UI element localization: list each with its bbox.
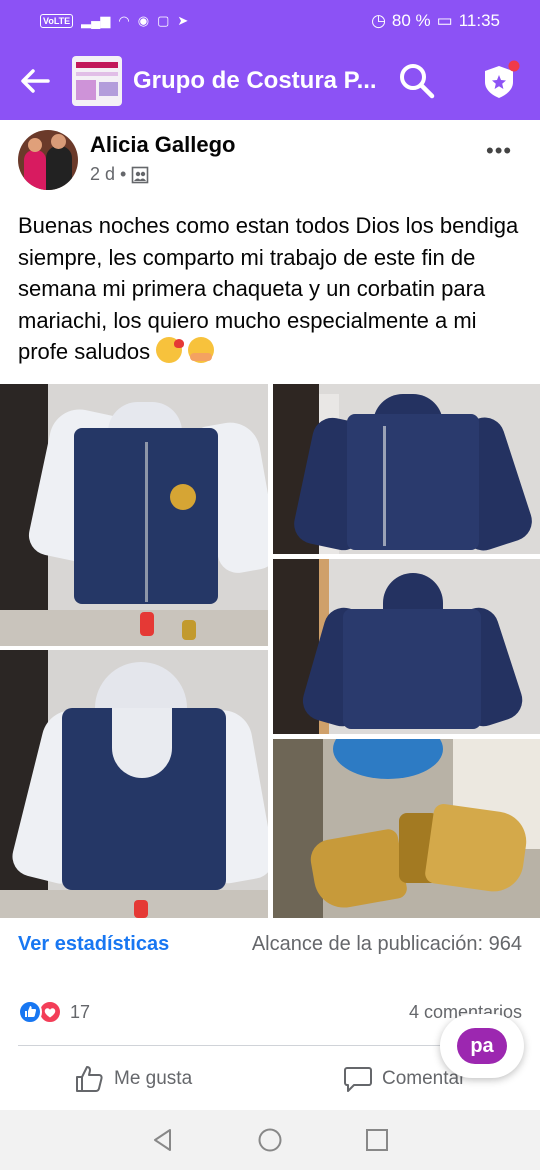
alarm-icon: ◷: [371, 11, 386, 30]
post-text: Buenas noches como estan todos Dios los …: [18, 210, 524, 368]
floating-app-bubble[interactable]: pa: [440, 1014, 524, 1078]
jacket-back-photo[interactable]: [273, 559, 540, 734]
app-notification-icon: ◉: [137, 13, 150, 28]
volte-indicator: VoLTE: [40, 14, 74, 28]
post-meta: 2 d •: [90, 164, 149, 185]
hugging-face-emoji-icon: [188, 337, 215, 363]
bow-tie-photo[interactable]: [273, 739, 540, 918]
instagram-icon: ▢: [157, 13, 170, 28]
post-stats-row: Ver estadísticas Alcance de la publicaci…: [0, 926, 540, 964]
wifi-icon: ◠: [118, 13, 130, 28]
kissing-face-emoji-icon: [156, 337, 185, 363]
like-reaction-icon: [18, 1000, 42, 1024]
app-bar: Grupo de Costura P...: [0, 42, 540, 120]
author-name[interactable]: Alicia Gallego: [90, 132, 236, 158]
jacket-front-photo[interactable]: [0, 384, 268, 646]
meta-separator: •: [120, 164, 127, 184]
more-options-icon[interactable]: •••: [486, 138, 512, 164]
reaction-count: 17: [70, 1001, 91, 1022]
like-button[interactable]: Me gusta: [74, 1062, 192, 1096]
admin-badge-icon[interactable]: [478, 60, 520, 102]
post-time[interactable]: 2 d: [90, 164, 115, 185]
comment-icon: [344, 1067, 372, 1092]
thumbs-up-icon: [76, 1066, 103, 1092]
view-insights-link[interactable]: Ver estadísticas: [18, 933, 169, 956]
status-bar: VoLTE ▂▄▆ ◠ ◉ ▢ ➤ ◷ 80 % ▭ 11:35: [0, 0, 540, 42]
signal-icon: ▂▄▆: [81, 13, 111, 28]
nav-back-icon[interactable]: [150, 1127, 176, 1153]
nav-home-icon[interactable]: [257, 1127, 283, 1153]
reactions-summary[interactable]: 17: [18, 1000, 90, 1024]
system-nav-bar: [0, 1110, 540, 1170]
telegram-icon: ➤: [177, 13, 189, 28]
battery-percent: 80 %: [391, 11, 431, 30]
nav-recents-icon[interactable]: [364, 1127, 390, 1153]
author-avatar[interactable]: [18, 130, 78, 190]
jacket-open-photo[interactable]: [273, 384, 540, 554]
post-body: Buenas noches como estan todos Dios los …: [18, 213, 519, 364]
clock: 11:35: [458, 11, 500, 30]
jacket-hood-photo[interactable]: [0, 650, 268, 918]
back-arrow-icon[interactable]: [18, 64, 52, 98]
search-icon[interactable]: [398, 62, 436, 100]
comment-button[interactable]: Comentar: [342, 1062, 465, 1096]
group-thumbnail[interactable]: [72, 56, 122, 106]
like-label: Me gusta: [114, 1068, 193, 1089]
bubble-logo-icon: pa: [457, 1028, 507, 1064]
post-header: Alicia Gallego 2 d • •••: [0, 120, 540, 200]
group-privacy-icon: [132, 166, 149, 183]
group-title[interactable]: Grupo de Costura P...: [133, 67, 377, 95]
post-reach: Alcance de la publicación: 964: [251, 933, 522, 955]
battery-icon: ▭: [436, 11, 453, 30]
